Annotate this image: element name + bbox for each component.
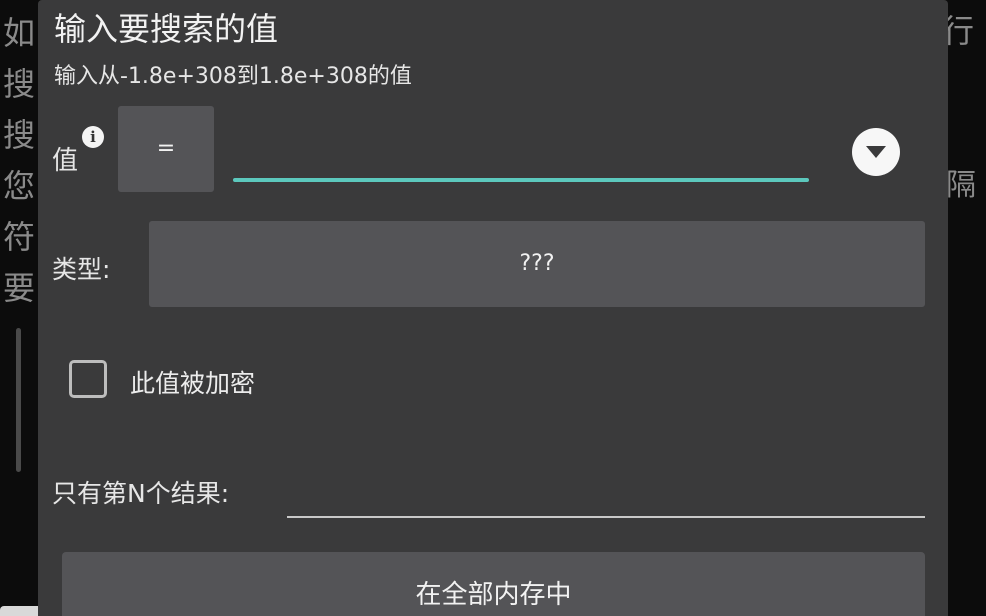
dialog-subtitle: 输入从-1.8e+308到1.8e+308的值 (54, 64, 412, 89)
background-scrollbar (16, 328, 21, 472)
value-label: 值 (52, 146, 79, 176)
search-value-dialog: 输入要搜索的值 输入从-1.8e+308到1.8e+308的值 值 i = 类型… (38, 0, 948, 616)
background-char: 您 (2, 167, 35, 205)
memory-range-button[interactable]: 在全部内存中 (62, 552, 925, 616)
screen: 如 搜 搜 您 符 要 行 隔 输入要搜索的值 输入从-1.8e+308到1.8… (0, 0, 986, 616)
background-char: 如 (2, 14, 35, 52)
chevron-down-icon (866, 146, 886, 158)
value-input[interactable] (233, 126, 809, 178)
background-text-column: 如 搜 搜 您 符 要 (0, 8, 38, 314)
type-label: 类型: (52, 255, 111, 284)
history-dropdown-button[interactable] (852, 128, 900, 176)
background-char: 要 (2, 269, 35, 307)
info-icon[interactable]: i (82, 126, 104, 148)
type-select-button[interactable]: ??? (149, 221, 925, 307)
dialog-title: 输入要搜索的值 (54, 10, 279, 48)
nth-result-input[interactable] (287, 468, 925, 514)
background-char: 搜 (2, 116, 35, 154)
background-char: 搜 (2, 65, 35, 103)
background-char: 符 (2, 218, 35, 256)
background-char: 隔 (946, 168, 976, 203)
encrypted-checkbox[interactable] (69, 360, 107, 398)
operator-button[interactable]: = (118, 106, 214, 192)
nth-result-label: 只有第N个结果: (52, 479, 230, 508)
nth-result-underline (287, 516, 925, 518)
value-input-underline (233, 178, 809, 182)
encrypted-checkbox-label[interactable]: 此值被加密 (130, 364, 255, 400)
